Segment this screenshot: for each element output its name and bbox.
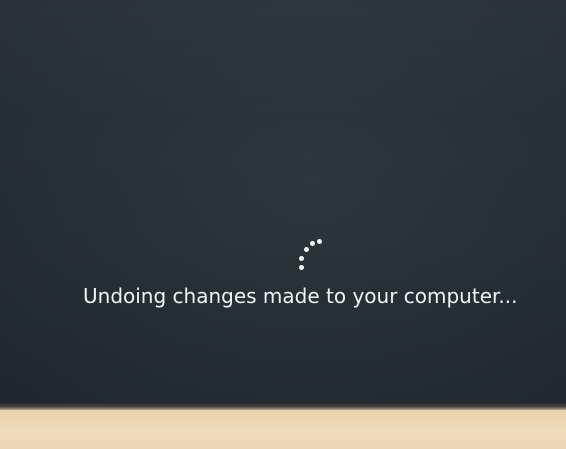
status-message: Undoing changes made to your computer... xyxy=(83,284,518,308)
spinner-dot xyxy=(299,256,304,261)
update-screen: Undoing changes made to your computer... xyxy=(0,0,566,408)
spinner-dot xyxy=(310,241,315,246)
loading-spinner-icon xyxy=(290,236,330,276)
desk-surface xyxy=(0,410,566,449)
monitor-bezel-edge xyxy=(0,402,566,410)
spinner-dot xyxy=(299,265,304,270)
photo-frame: Undoing changes made to your computer... xyxy=(0,0,566,449)
spinner-dot xyxy=(304,247,309,252)
spinner-dot xyxy=(317,239,322,244)
